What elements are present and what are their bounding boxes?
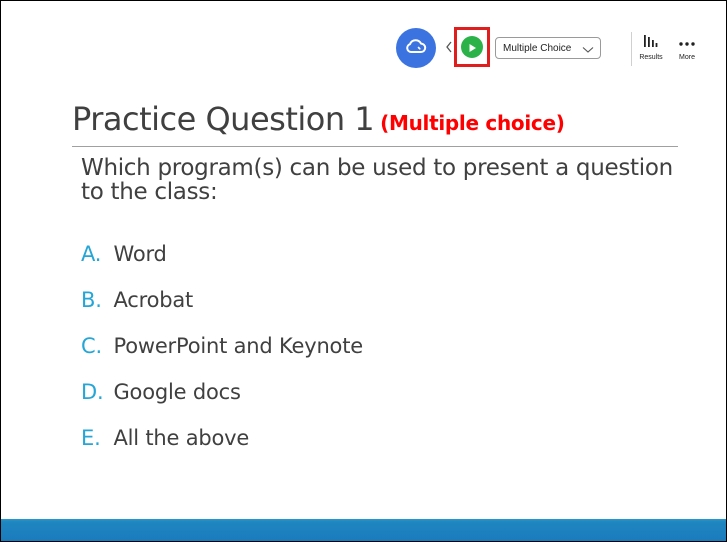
option-text: All the above — [113, 426, 250, 450]
option-letter: B. — [81, 288, 102, 312]
question-type-select[interactable]: Multiple Choice — [495, 37, 601, 59]
option-letter: C. — [81, 334, 102, 358]
option-text: Word — [113, 242, 167, 266]
option-item: D. Google docs — [81, 380, 363, 426]
more-button[interactable]: More — [672, 33, 702, 67]
chevron-down-icon — [582, 39, 594, 58]
option-item: C. PowerPoint and Keynote — [81, 334, 363, 380]
slide-title: Practice Question 1 (Multiple choice) — [72, 100, 565, 138]
chevron-left-icon — [445, 38, 453, 57]
play-icon — [467, 38, 477, 57]
bar-chart-icon — [644, 32, 658, 51]
option-letter: E. — [81, 426, 101, 450]
slide: Multiple Choice Results More Practice Qu… — [0, 0, 727, 542]
option-letter: A. — [81, 242, 102, 266]
more-label: More — [679, 54, 695, 61]
results-button[interactable]: Results — [636, 33, 666, 67]
option-item: E. All the above — [81, 426, 363, 472]
option-text: Google docs — [113, 380, 241, 404]
option-item: B. Acrobat — [81, 288, 363, 334]
option-letter: D. — [81, 380, 104, 404]
title-note: (Multiple choice) — [380, 111, 565, 135]
option-text: Acrobat — [113, 288, 194, 312]
question-type-value: Multiple Choice — [503, 42, 572, 54]
cloud-button[interactable] — [396, 28, 436, 68]
cloud-icon — [405, 38, 427, 58]
option-item: A. Word — [81, 242, 363, 288]
results-label: Results — [639, 54, 663, 61]
option-text: PowerPoint and Keynote — [113, 334, 363, 358]
title-text: Practice Question 1 — [72, 100, 375, 138]
answer-options: A. Word B. Acrobat C. PowerPoint and Key… — [81, 242, 363, 472]
play-button-highlight — [454, 27, 490, 67]
question-text: Which program(s) can be used to present … — [81, 155, 673, 205]
toolbar-divider — [631, 32, 632, 66]
play-button[interactable] — [461, 36, 483, 58]
more-icon — [679, 32, 695, 51]
slide-footer-bar — [1, 519, 726, 541]
title-divider — [72, 146, 678, 147]
